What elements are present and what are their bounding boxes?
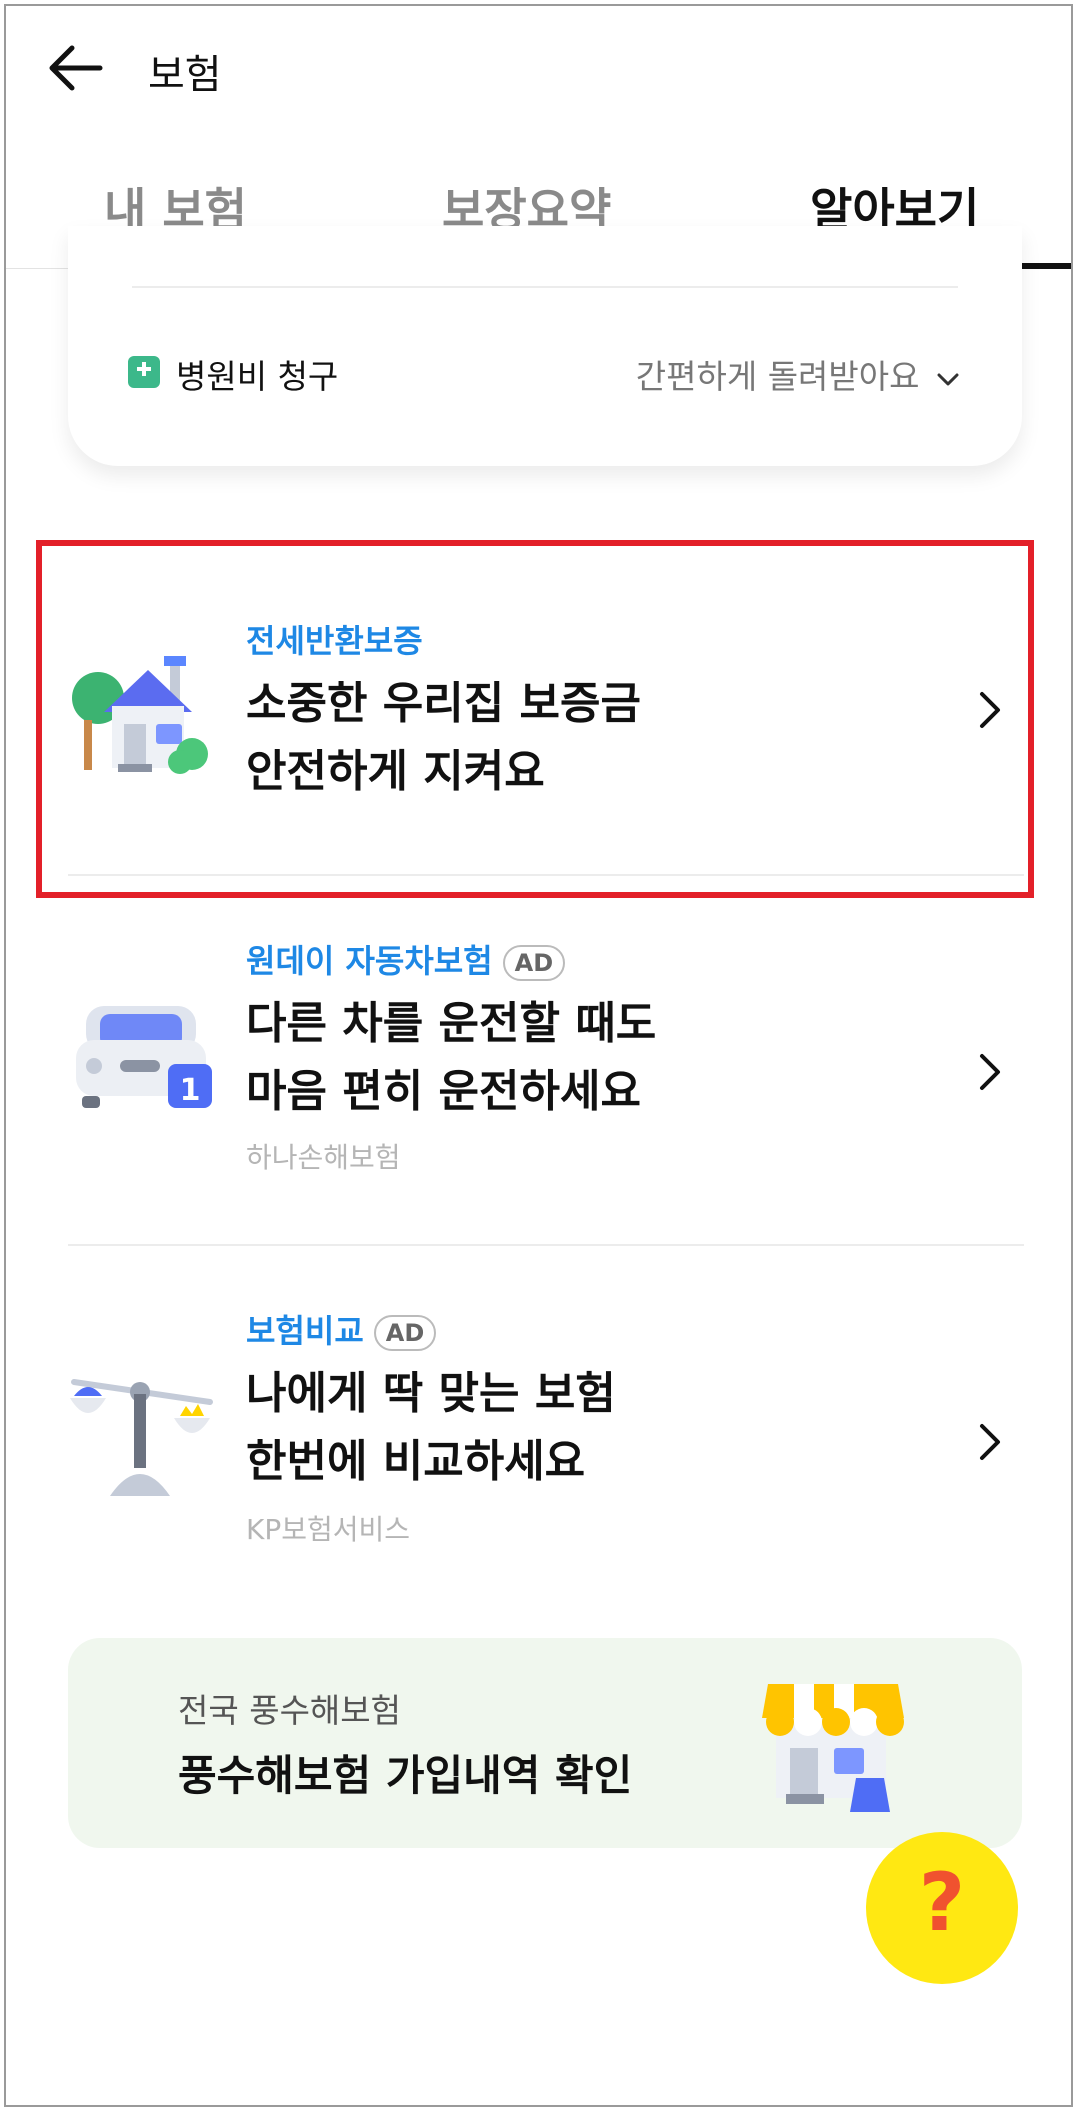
highlight-annotation-box: [36, 540, 1034, 898]
medical-plus-icon: [128, 356, 160, 388]
hospital-claim-label: 병원비 청구: [176, 357, 339, 396]
scale-icon: [70, 1379, 213, 1496]
question-mark-icon: ?: [918, 1856, 966, 1949]
item-eyebrow-text: 원데이 자동차보험: [246, 942, 493, 980]
item-company: KP보험서비스: [246, 1513, 411, 1546]
item-headline: 나에게 딱 맞는 보험 한번에 비교하세요: [246, 1360, 946, 1496]
item-headline-line-1: 나에게 딱 맞는 보험: [246, 1368, 616, 1419]
hospital-claim-hint[interactable]: 간편하게 돌려받아요: [636, 350, 960, 398]
item-headline-line-2: 한번에 비교하세요: [246, 1436, 586, 1487]
store-icon: [762, 1684, 904, 1812]
car-calendar-icon: 1: [76, 1006, 212, 1108]
hospital-claim-hint-text: 간편하게 돌려받아요: [635, 357, 920, 396]
arrow-left-icon: [49, 45, 103, 91]
chevron-right-icon: [980, 1424, 1000, 1460]
app-header: 보험: [6, 6, 1071, 126]
chevron-down-icon: [937, 373, 959, 385]
page-title: 보험: [148, 52, 222, 98]
screen-frame: 보험 내 보험 보장요약 알아보기 병원비 청구 간편하게 돌려받아요 전세반환…: [4, 4, 1073, 2107]
list-item-insurance-compare[interactable]: 보험비교 AD 나에게 딱 맞는 보험 한번에 비교하세요 KP보험서비스: [6, 1268, 1071, 1618]
item-headline-line-1: 다른 차를 운전할 때도: [246, 998, 657, 1049]
back-button[interactable]: [44, 40, 108, 96]
ad-badge: AD: [373, 1315, 437, 1351]
row-divider: [68, 1244, 1024, 1246]
item-headline: 다른 차를 운전할 때도 마음 편히 운전하세요: [246, 990, 946, 1126]
item-eyebrow-text: 보험비교: [246, 1312, 364, 1350]
chevron-right-icon: [980, 1054, 1000, 1090]
item-headline-line-2: 마음 편히 운전하세요: [246, 1066, 641, 1117]
banner-title: 풍수해보험 가입내역 확인: [178, 1751, 633, 1800]
banner-subtitle: 전국 풍수해보험: [178, 1691, 402, 1730]
help-button[interactable]: ?: [866, 1832, 1018, 1984]
insurance-summary-card: 병원비 청구 간편하게 돌려받아요: [68, 226, 1022, 466]
calendar-day-number: 1: [180, 1073, 201, 1108]
item-eyebrow: 원데이 자동차보험 AD: [246, 936, 566, 982]
flood-insurance-banner[interactable]: 전국 풍수해보험 풍수해보험 가입내역 확인: [68, 1638, 1022, 1848]
list-item-oneday-car-insurance[interactable]: 1 원데이 자동차보험 AD 다른 차를 운전할 때도 마음 편히 운전하세요 하…: [6, 898, 1071, 1244]
item-eyebrow: 보험비교 AD: [246, 1306, 437, 1352]
ad-badge: AD: [502, 945, 566, 981]
item-company: 하나손해보험: [246, 1141, 401, 1174]
card-divider: [132, 286, 958, 288]
